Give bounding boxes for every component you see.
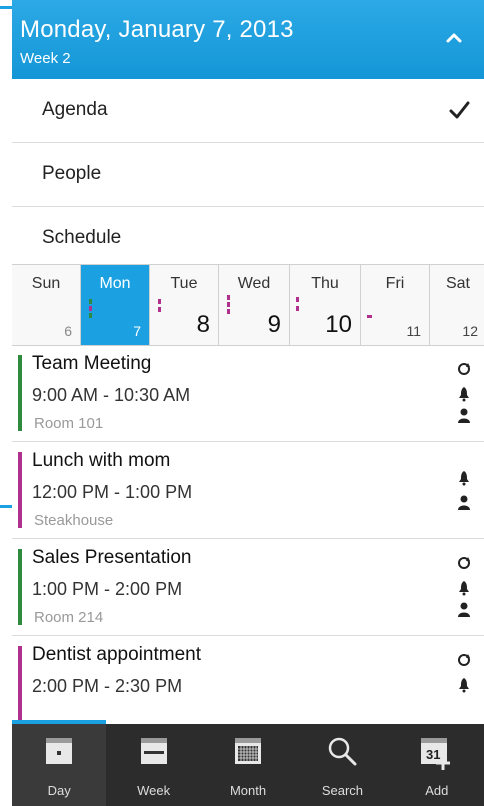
- recurring-icon: [458, 654, 470, 666]
- calendar-month-icon: [235, 738, 262, 764]
- event-marker: [158, 299, 161, 304]
- day-name: Thu: [311, 275, 339, 292]
- toolbar-week-button[interactable]: Week: [106, 724, 200, 806]
- toolbar-label: Add: [425, 783, 449, 798]
- event-marker: [227, 295, 230, 300]
- event-marker: [296, 297, 299, 302]
- toolbar-label: Day: [47, 783, 71, 798]
- day-date: 9: [267, 311, 281, 338]
- bell-icon: [459, 471, 469, 486]
- day-fri[interactable]: Fri 11: [361, 265, 430, 345]
- event-marker: [89, 306, 92, 311]
- event-color-bar: [18, 452, 22, 528]
- toolbar-day-button[interactable]: Day: [12, 720, 107, 806]
- menu-item-label: Schedule: [42, 227, 122, 248]
- bottom-toolbar: Day Week Month Search 31 Add: [12, 720, 484, 806]
- toolbar-search-button[interactable]: Search: [295, 724, 389, 806]
- event-time: 1:00 PM - 2:00 PM: [32, 579, 183, 599]
- edge-accent-top: [0, 6, 12, 9]
- event-location: Room 101: [34, 415, 104, 432]
- event-color-bar: [18, 549, 22, 625]
- event-location: Room 214: [34, 609, 104, 626]
- calendar-day-icon: [46, 738, 73, 764]
- search-icon: [329, 737, 357, 766]
- event-time: 9:00 AM - 10:30 AM: [32, 385, 191, 405]
- event-marker: [89, 313, 92, 318]
- event-title: Team Meeting: [32, 353, 152, 374]
- event-color-bar: [18, 355, 22, 431]
- day-date: 6: [64, 323, 72, 339]
- view-menu: Agenda People Schedule: [12, 79, 484, 271]
- day-date: 8: [196, 311, 210, 338]
- list-item[interactable]: Lunch with mom 12:00 PM - 1:00 PM Steakh…: [12, 442, 484, 539]
- event-time: 2:00 PM - 2:30 PM: [32, 676, 183, 696]
- event-color-bar: [18, 646, 22, 722]
- bell-icon: [459, 387, 469, 402]
- event-marker: [296, 306, 299, 311]
- recurring-icon: [458, 363, 470, 375]
- list-item[interactable]: Team Meeting 9:00 AM - 10:30 AM Room 101: [12, 345, 484, 442]
- event-title: Dentist appointment: [32, 644, 201, 665]
- header-date-title: Monday, January 7, 2013: [20, 16, 294, 43]
- event-list: Team Meeting 9:00 AM - 10:30 AM Room 101…: [12, 345, 484, 733]
- day-date: 10: [325, 311, 352, 338]
- chevron-up-icon[interactable]: [440, 24, 468, 52]
- add-event-icon: 31: [420, 738, 450, 770]
- toolbar-label: Week: [137, 783, 171, 798]
- menu-item-label: Agenda: [42, 99, 108, 120]
- day-name: Fri: [385, 275, 405, 292]
- day-name: Mon: [99, 275, 131, 292]
- day-name: Sun: [31, 275, 61, 292]
- day-name: Tue: [170, 275, 198, 292]
- day-date: 11: [406, 323, 421, 339]
- header-week-subtitle: Week 2: [20, 50, 71, 67]
- event-marker: [227, 309, 230, 314]
- event-title: Lunch with mom: [32, 450, 171, 471]
- edge-accent-mid: [0, 505, 12, 508]
- bell-icon: [459, 581, 469, 596]
- bell-icon: [459, 678, 469, 693]
- checkmark-icon: [449, 101, 470, 119]
- day-date: 12: [462, 323, 478, 339]
- recurring-icon: [458, 557, 470, 569]
- day-tue[interactable]: Tue 8: [150, 265, 219, 345]
- day-sun[interactable]: Sun 6: [12, 265, 81, 345]
- menu-item-people[interactable]: People: [12, 143, 484, 207]
- toolbar-label: Month: [229, 783, 267, 798]
- event-marker: [158, 307, 161, 312]
- event-title: Sales Presentation: [32, 547, 192, 568]
- day-wed[interactable]: Wed 9: [219, 265, 290, 345]
- calendar-week-icon: [140, 738, 167, 764]
- day-name: Wed: [237, 275, 271, 292]
- calendar-app: Monday, January 7, 2013 Week 2 Agenda Pe…: [12, 0, 484, 806]
- toolbar-add-button[interactable]: 31 Add: [390, 724, 484, 806]
- toolbar-month-button[interactable]: Month: [201, 724, 295, 806]
- event-location: Steakhouse: [34, 512, 114, 529]
- day-sat[interactable]: Sat 12: [430, 265, 484, 345]
- date-header[interactable]: Monday, January 7, 2013 Week 2: [12, 0, 484, 79]
- menu-item-label: People: [42, 163, 102, 184]
- event-marker: [367, 315, 372, 318]
- list-item[interactable]: Sales Presentation 1:00 PM - 2:00 PM Roo…: [12, 539, 484, 636]
- person-icon: [458, 408, 470, 423]
- add-icon-badge: 31: [426, 747, 440, 762]
- menu-item-agenda[interactable]: Agenda: [12, 79, 484, 143]
- event-marker: [89, 299, 92, 304]
- event-time: 12:00 PM - 1:00 PM: [32, 482, 193, 502]
- week-strip: Sun 6 Mon 7 Tue 8 Wed 9 Thu 10 Fri 11 Sa…: [12, 264, 484, 346]
- menu-item-schedule[interactable]: Schedule: [12, 207, 484, 271]
- day-mon[interactable]: Mon 7: [81, 265, 150, 345]
- day-name: Sat: [445, 275, 470, 292]
- person-icon: [458, 495, 470, 510]
- toolbar-label: Search: [321, 783, 364, 798]
- person-icon: [458, 602, 470, 617]
- day-thu[interactable]: Thu 10: [290, 265, 361, 345]
- list-item[interactable]: Dentist appointment 2:00 PM - 2:30 PM: [12, 636, 484, 733]
- day-date: 7: [133, 323, 141, 339]
- event-marker: [227, 302, 230, 307]
